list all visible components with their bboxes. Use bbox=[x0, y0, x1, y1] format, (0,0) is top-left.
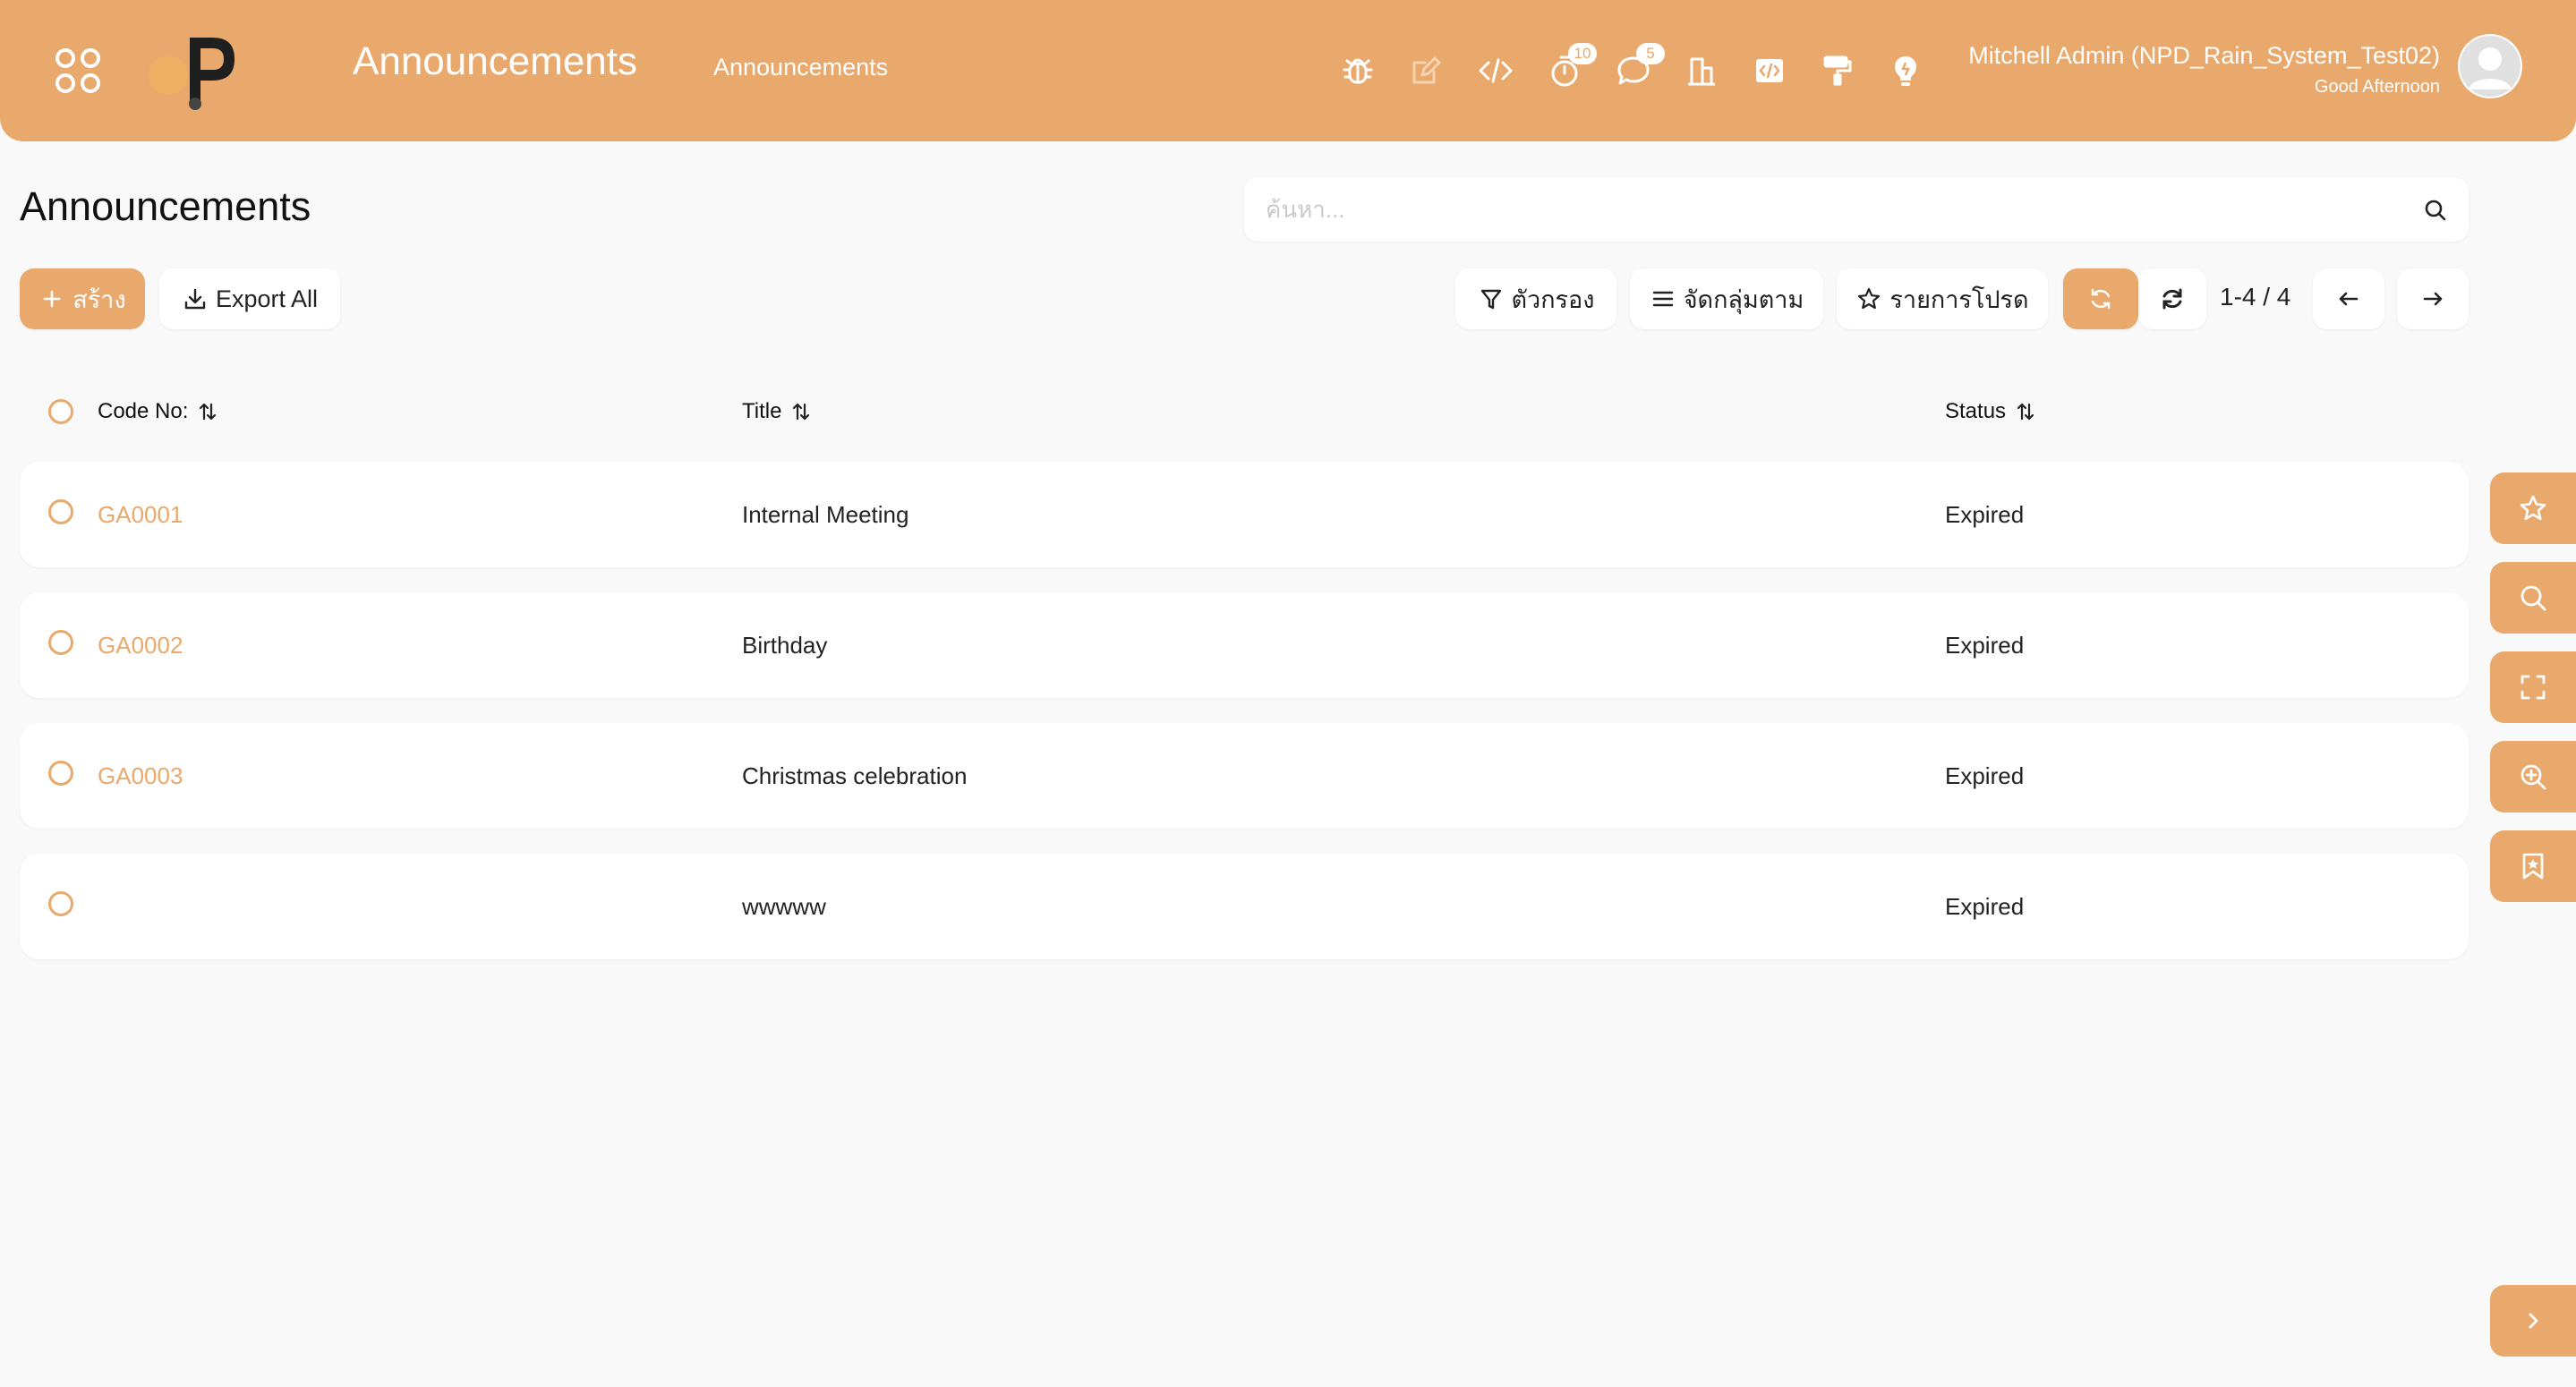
side-search-button[interactable] bbox=[2490, 562, 2576, 634]
favorites-label: รายการโปรด bbox=[1889, 285, 2029, 313]
column-label-title: Title bbox=[742, 399, 782, 423]
row-title: Birthday bbox=[742, 632, 828, 659]
export-all-label: Export All bbox=[215, 285, 319, 312]
group-by-label: จัดกลุ่มตาม bbox=[1683, 285, 1804, 313]
plus-icon bbox=[44, 290, 61, 308]
search-input[interactable] bbox=[1266, 177, 2393, 242]
table-row[interactable]: wwwww Expired bbox=[20, 854, 2469, 959]
row-checkbox[interactable] bbox=[48, 499, 73, 524]
greeting: Good Afternoon bbox=[2314, 77, 2440, 97]
user-name[interactable]: Mitchell Admin (NPD_Rain_System_Test02) bbox=[1968, 42, 2440, 70]
sync-icon bbox=[2091, 288, 2111, 310]
table-row[interactable]: GA0001 Internal Meeting Expired bbox=[20, 462, 2469, 567]
company-logo[interactable] bbox=[141, 30, 242, 111]
row-status: Expired bbox=[1945, 893, 2025, 920]
top-navbar: Announcements Announcements 10 5 Mitchel… bbox=[0, 0, 2576, 141]
row-checkbox[interactable] bbox=[48, 761, 73, 786]
filter-button[interactable]: ตัวกรอง bbox=[1455, 268, 1616, 329]
filter-icon bbox=[1480, 289, 1501, 310]
pager-value[interactable]: 1-4 / 4 bbox=[2220, 283, 2290, 311]
side-bookmark-button[interactable] bbox=[2490, 830, 2576, 902]
zoom-in-icon bbox=[2521, 764, 2546, 790]
apps-icon[interactable] bbox=[54, 47, 102, 95]
sort-icon bbox=[200, 403, 217, 421]
refresh-button[interactable] bbox=[2138, 268, 2206, 329]
app-title: Announcements bbox=[353, 39, 637, 83]
paint-roller-icon[interactable] bbox=[1819, 52, 1856, 89]
search-icon[interactable] bbox=[2422, 197, 2449, 224]
lightbulb-icon[interactable] bbox=[1887, 52, 1924, 89]
star-icon bbox=[2520, 495, 2546, 521]
list-header: Code No: Title Status bbox=[20, 385, 2469, 440]
download-icon bbox=[184, 288, 206, 310]
side-favorite-button[interactable] bbox=[2490, 472, 2576, 544]
column-label-status: Status bbox=[1945, 399, 2007, 423]
pager-previous-button[interactable] bbox=[2313, 268, 2384, 329]
column-header-title[interactable]: Title bbox=[742, 399, 812, 424]
pager-next-button[interactable] bbox=[2397, 268, 2469, 329]
timer-icon[interactable]: 10 bbox=[1547, 43, 1597, 89]
create-button[interactable]: สร้าง bbox=[20, 268, 145, 329]
avatar[interactable] bbox=[2458, 34, 2522, 98]
group-by-button[interactable]: จัดกลุ่มตาม bbox=[1630, 268, 1823, 329]
page-title: Announcements bbox=[20, 183, 311, 229]
chat-icon[interactable]: 5 bbox=[1615, 43, 1665, 89]
table-row[interactable]: GA0002 Birthday Expired bbox=[20, 592, 2469, 698]
fullscreen-icon bbox=[2521, 675, 2546, 700]
row-title: Christmas celebration bbox=[742, 762, 968, 789]
sync-button[interactable] bbox=[2063, 268, 2138, 329]
favorites-button[interactable]: รายการโปรด bbox=[1837, 268, 2048, 329]
list-icon bbox=[1652, 291, 1673, 307]
chevron-right-icon bbox=[2529, 1313, 2538, 1329]
side-fullscreen-button[interactable] bbox=[2490, 651, 2576, 723]
menu-announcements[interactable]: Announcements bbox=[713, 54, 888, 81]
filter-label: ตัวกรอง bbox=[1511, 285, 1595, 313]
column-header-code[interactable]: Code No: bbox=[98, 399, 218, 424]
refresh-icon bbox=[2162, 288, 2182, 310]
star-icon bbox=[1858, 287, 1881, 310]
row-status: Expired bbox=[1945, 632, 2025, 659]
bookmark-star-icon bbox=[2522, 853, 2544, 880]
row-title: Internal Meeting bbox=[742, 501, 909, 528]
table-row[interactable]: GA0003 Christmas celebration Expired bbox=[20, 723, 2469, 829]
row-code: GA0001 bbox=[98, 501, 183, 528]
arrow-left-icon bbox=[2339, 292, 2358, 306]
row-title: wwwww bbox=[742, 893, 826, 920]
bug-icon[interactable] bbox=[1339, 52, 1377, 89]
sort-icon bbox=[2017, 403, 2034, 421]
chat-badge: 5 bbox=[1636, 43, 1665, 64]
timer-badge: 10 bbox=[1568, 43, 1597, 64]
building-icon[interactable] bbox=[1683, 52, 1720, 89]
row-checkbox[interactable] bbox=[48, 891, 73, 916]
edit-icon[interactable] bbox=[1407, 52, 1445, 89]
export-all-button[interactable]: Export All bbox=[159, 268, 340, 329]
row-code: GA0003 bbox=[98, 762, 183, 789]
select-all-checkbox[interactable] bbox=[48, 399, 73, 424]
search-box bbox=[1244, 177, 2469, 242]
row-status: Expired bbox=[1945, 762, 2025, 789]
column-label-code: Code No: bbox=[98, 399, 189, 423]
row-code: GA0002 bbox=[98, 632, 183, 659]
row-checkbox[interactable] bbox=[48, 630, 73, 655]
row-status: Expired bbox=[1945, 501, 2025, 528]
search-icon bbox=[2521, 585, 2546, 611]
code-box-icon[interactable] bbox=[1751, 52, 1788, 89]
side-expand-button[interactable] bbox=[2490, 1285, 2576, 1357]
arrow-right-icon bbox=[2423, 292, 2443, 306]
column-header-status[interactable]: Status bbox=[1945, 399, 2036, 424]
sort-icon bbox=[793, 403, 810, 421]
code-icon[interactable] bbox=[1477, 52, 1514, 89]
side-zoom-button[interactable] bbox=[2490, 741, 2576, 813]
create-label: สร้าง bbox=[73, 285, 126, 313]
